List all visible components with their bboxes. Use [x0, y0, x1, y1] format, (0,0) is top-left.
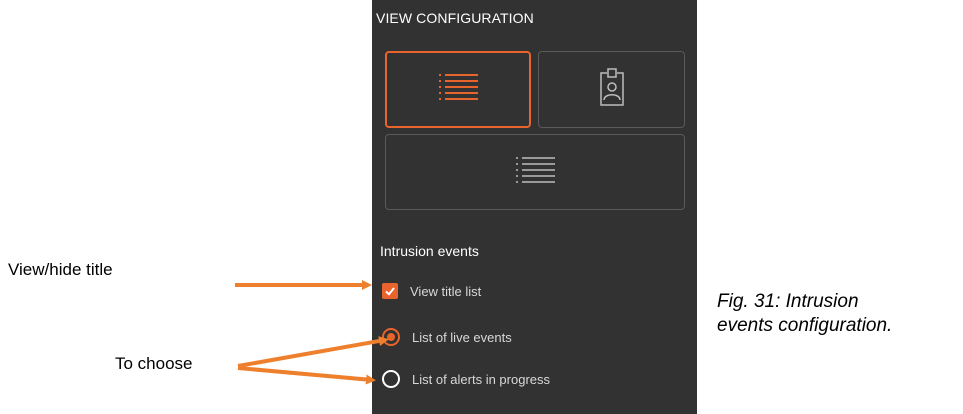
view-title-list-checkbox[interactable]: View title list — [382, 283, 481, 299]
annotation-choose: To choose — [115, 354, 193, 373]
badge-view-button[interactable] — [538, 51, 685, 128]
radio-selected-icon[interactable] — [382, 328, 400, 346]
caption-line-1: Fig. 31: Intrusion — [717, 291, 859, 312]
list-icon — [513, 155, 557, 190]
list-icon — [436, 72, 480, 107]
arrow-to-live-radio — [237, 336, 389, 368]
view-configuration-panel: VIEW CONFIGURATION Intrusion events View… — [372, 0, 697, 414]
caption-line-2: events configuration. — [717, 315, 893, 336]
radio-label-alerts: List of alerts in progress — [412, 371, 551, 387]
arrow-to-alerts-radio — [237, 366, 376, 385]
live-events-radio[interactable]: List of live events — [382, 328, 512, 346]
checkbox-checked-icon[interactable] — [382, 283, 398, 299]
radio-unselected-icon[interactable] — [382, 370, 400, 388]
wide-list-view-button[interactable] — [385, 134, 685, 210]
section-title: Intrusion events — [380, 243, 479, 259]
figure-caption: Fig. 31: Intrusion events configuration. — [717, 290, 892, 338]
checkbox-label: View title list — [410, 283, 482, 299]
annotation-view-hide: View/hide title — [8, 260, 113, 279]
list-view-button[interactable] — [385, 51, 531, 128]
alerts-in-progress-radio[interactable]: List of alerts in progress — [382, 370, 550, 388]
radio-label-live-events: List of live events — [412, 329, 512, 345]
badge-icon — [597, 67, 627, 112]
panel-title: VIEW CONFIGURATION — [376, 10, 534, 26]
